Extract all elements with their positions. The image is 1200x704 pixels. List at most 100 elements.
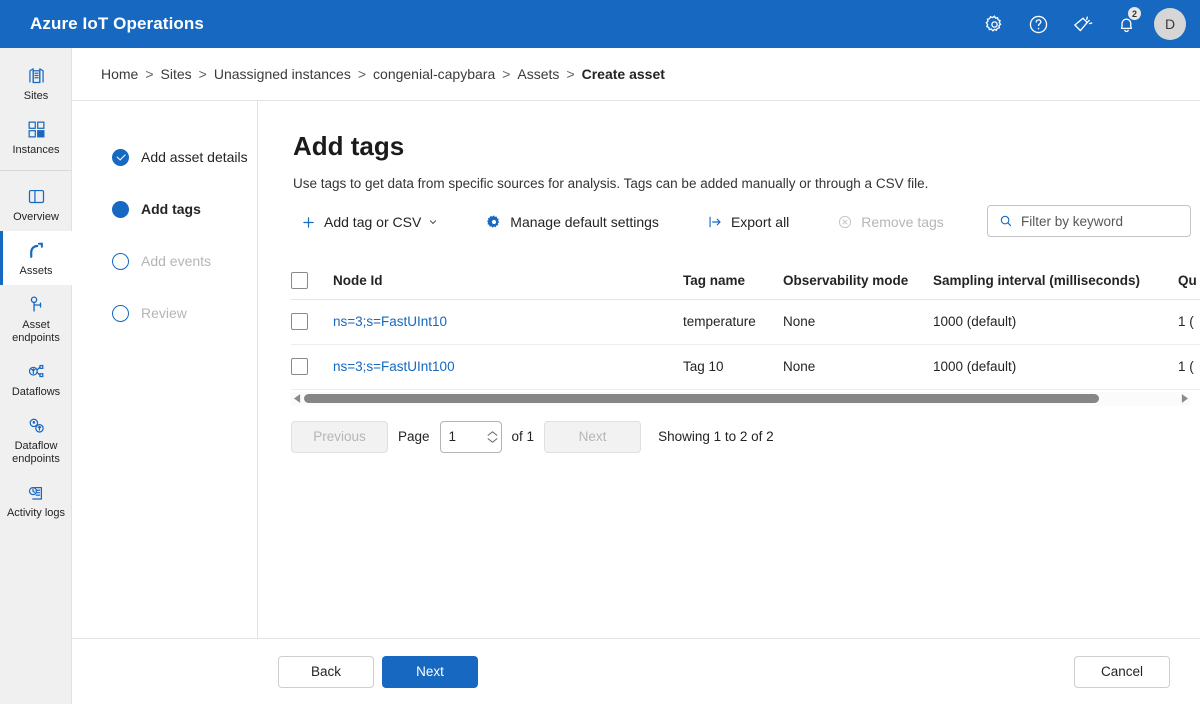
column-header-queue-size[interactable]: Qu bbox=[1178, 263, 1200, 299]
page-number-input[interactable] bbox=[449, 429, 485, 444]
sidebar-item-asset-endpoints[interactable]: Asset endpoints bbox=[0, 285, 72, 352]
node-id-link[interactable]: ns=3;s=FastUInt10 bbox=[333, 314, 447, 329]
sidebar-item-dataflows[interactable]: Dataflows bbox=[0, 352, 72, 406]
sidebar-item-activity-logs[interactable]: Activity logs bbox=[0, 473, 72, 527]
table-horizontal-scrollbar[interactable] bbox=[291, 392, 1191, 406]
export-all-button[interactable]: Export all bbox=[697, 206, 799, 238]
column-header-tag-name[interactable]: Tag name bbox=[683, 263, 783, 299]
breadcrumb-item-sites[interactable]: Sites bbox=[161, 66, 192, 82]
settings-icon[interactable] bbox=[972, 0, 1016, 48]
sidebar-item-label: Assets bbox=[19, 265, 52, 278]
sidebar-item-label: Overview bbox=[13, 211, 59, 224]
breadcrumb-separator: > bbox=[145, 66, 153, 82]
wizard-step-review[interactable]: Review bbox=[72, 287, 257, 339]
sites-icon bbox=[26, 64, 47, 86]
sidebar-item-label: Activity logs bbox=[7, 507, 65, 520]
manage-default-settings-button[interactable]: Manage default settings bbox=[476, 206, 669, 238]
page-number-stepper[interactable] bbox=[440, 421, 502, 453]
select-all-checkbox[interactable] bbox=[291, 272, 308, 289]
cell-queue-size: 1 ( bbox=[1178, 344, 1200, 389]
instances-icon bbox=[26, 118, 47, 140]
export-icon bbox=[707, 214, 723, 230]
table-body: ns=3;s=FastUInt10 temperature None 1000 … bbox=[291, 299, 1200, 389]
wizard-step-label: Add asset details bbox=[141, 149, 248, 165]
dataflows-icon bbox=[26, 360, 47, 382]
back-button[interactable]: Back bbox=[278, 656, 374, 688]
node-id-link[interactable]: ns=3;s=FastUInt100 bbox=[333, 359, 455, 374]
app-title: Azure IoT Operations bbox=[30, 14, 204, 34]
select-all-header bbox=[291, 263, 333, 299]
wizard-step-add-events[interactable]: Add events bbox=[72, 235, 257, 287]
main-content: Add tags Use tags to get data from speci… bbox=[258, 100, 1200, 638]
chevron-up-icon bbox=[487, 430, 498, 437]
cell-tag-name: Tag 10 bbox=[683, 344, 783, 389]
breadcrumb-item-assets[interactable]: Assets bbox=[517, 66, 559, 82]
previous-page-button: Previous bbox=[291, 421, 388, 453]
next-page-button: Next bbox=[544, 421, 641, 453]
breadcrumb-item-unassigned-instances[interactable]: Unassigned instances bbox=[214, 66, 351, 82]
pagination: Previous Page of 1 Next Showing 1 to 2 o… bbox=[291, 421, 1200, 453]
wizard-step-label: Add events bbox=[141, 253, 211, 269]
stepper-arrows[interactable] bbox=[487, 430, 498, 444]
breadcrumb-separator: > bbox=[199, 66, 207, 82]
row-checkbox[interactable] bbox=[291, 358, 308, 375]
table-header: Node Id Tag name Observability mode Samp… bbox=[291, 263, 1200, 299]
sidebar-item-label: Instances bbox=[12, 144, 59, 157]
wizard-step-add-tags[interactable]: Add tags bbox=[72, 183, 257, 235]
row-select-cell bbox=[291, 299, 333, 344]
table-row[interactable]: ns=3;s=FastUInt10 temperature None 1000 … bbox=[291, 299, 1200, 344]
table-row[interactable]: ns=3;s=FastUInt100 Tag 10 None 1000 (def… bbox=[291, 344, 1200, 389]
wizard-step-label: Review bbox=[141, 305, 187, 321]
row-select-cell bbox=[291, 344, 333, 389]
cell-sampling-interval: 1000 (default) bbox=[933, 344, 1178, 389]
tags-table: Node Id Tag name Observability mode Samp… bbox=[291, 263, 1200, 390]
cell-observability-mode: None bbox=[783, 299, 933, 344]
breadcrumb-separator: > bbox=[358, 66, 366, 82]
avatar[interactable]: D bbox=[1154, 8, 1186, 40]
command-label: Remove tags bbox=[861, 214, 943, 230]
sidebar-item-dataflow-endpoints[interactable]: Dataflow endpoints bbox=[0, 406, 72, 473]
page-total-label: of 1 bbox=[512, 429, 535, 444]
breadcrumb-item-home[interactable]: Home bbox=[101, 66, 138, 82]
page-description: Use tags to get data from specific sourc… bbox=[293, 176, 1200, 191]
column-header-node-id[interactable]: Node Id bbox=[333, 263, 683, 299]
sidebar-item-sites[interactable]: Sites bbox=[0, 56, 72, 110]
assets-icon bbox=[25, 239, 47, 261]
search-input[interactable] bbox=[1021, 214, 1171, 229]
notifications-icon[interactable]: 2 bbox=[1104, 0, 1148, 48]
wizard-step-add-asset-details[interactable]: Add asset details bbox=[72, 131, 257, 183]
feedback-icon[interactable] bbox=[1060, 0, 1104, 48]
sidebar-item-overview[interactable]: Overview bbox=[0, 177, 72, 231]
column-header-observability-mode[interactable]: Observability mode bbox=[783, 263, 933, 299]
scrollbar-track[interactable] bbox=[304, 392, 1178, 406]
add-tag-or-csv-button[interactable]: Add tag or CSV bbox=[291, 206, 448, 238]
scroll-left-arrow-icon[interactable] bbox=[291, 392, 304, 406]
help-icon[interactable] bbox=[1016, 0, 1060, 48]
activity-logs-icon bbox=[26, 481, 47, 503]
next-button[interactable]: Next bbox=[382, 656, 478, 688]
column-header-sampling-interval[interactable]: Sampling interval (milliseconds) bbox=[933, 263, 1178, 299]
remove-tags-button: Remove tags bbox=[827, 206, 953, 238]
breadcrumb-separator: > bbox=[502, 66, 510, 82]
global-header: Azure IoT Operations bbox=[0, 0, 1200, 48]
tags-table-container: Node Id Tag name Observability mode Samp… bbox=[258, 263, 1200, 390]
step-pending-icon bbox=[112, 305, 129, 322]
sidebar-item-label: Sites bbox=[24, 90, 48, 103]
wizard-steps: Add asset details Add tags Add events Re… bbox=[72, 100, 258, 638]
cancel-button[interactable]: Cancel bbox=[1074, 656, 1170, 688]
row-checkbox[interactable] bbox=[291, 313, 308, 330]
scrollbar-thumb[interactable] bbox=[304, 394, 1099, 403]
sidebar-item-instances[interactable]: Instances bbox=[0, 110, 72, 164]
remove-circle-icon bbox=[837, 214, 853, 230]
scroll-right-arrow-icon[interactable] bbox=[1178, 392, 1191, 406]
global-header-actions: 2 D bbox=[972, 0, 1200, 48]
search-box[interactable] bbox=[987, 205, 1191, 237]
sidebar-item-label: Asset endpoints bbox=[2, 319, 70, 345]
command-label: Add tag or CSV bbox=[324, 214, 421, 230]
command-bar: Add tag or CSV Manage default settings bbox=[291, 205, 1200, 239]
wizard-footer: Back Next Cancel bbox=[72, 638, 1200, 704]
overview-icon bbox=[26, 185, 47, 207]
sidebar-item-assets[interactable]: Assets bbox=[0, 231, 72, 285]
breadcrumb-item-congenial-capybara[interactable]: congenial-capybara bbox=[373, 66, 495, 82]
search-icon bbox=[999, 214, 1013, 228]
